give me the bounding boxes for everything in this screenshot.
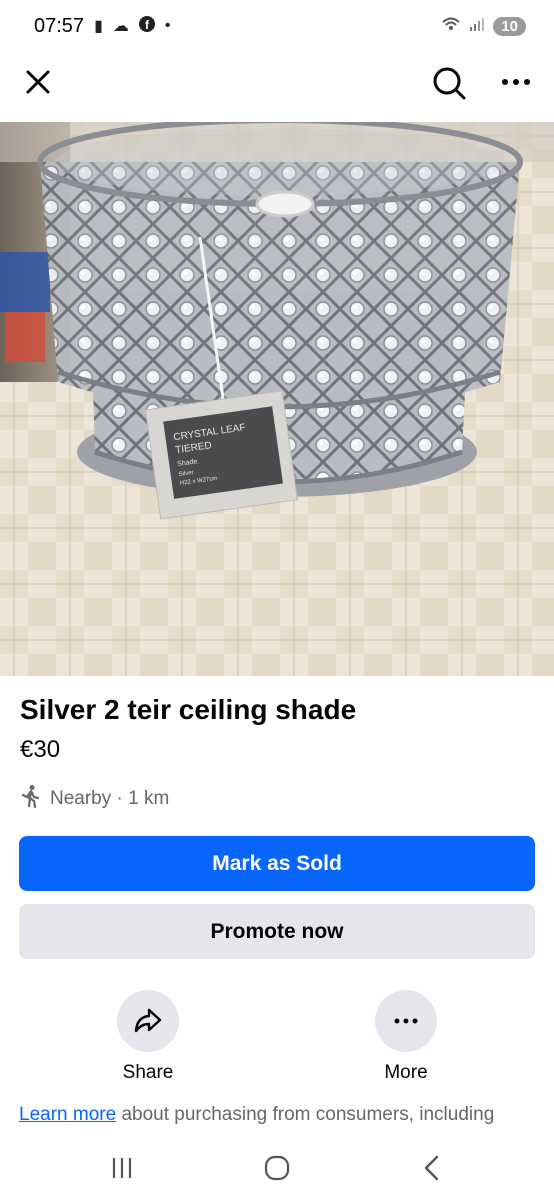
learn-more-link[interactable]: Learn more [19,1104,116,1125]
listing-distance: Nearby · 1 km [20,784,169,814]
legal-text: about purchasing from consumers, includi… [116,1104,495,1125]
status-bar: 07:57 ▮ ☁ f • 10 [0,0,554,52]
search-icon[interactable] [428,62,470,104]
top-bar [0,52,554,122]
home-icon[interactable] [257,1148,297,1188]
walking-icon [20,784,42,814]
share-icon[interactable] [117,990,179,1052]
status-right: 10 [441,16,526,37]
more-label: More [384,1062,428,1083]
battery-saver-icon: ▮ [94,18,103,35]
listing-price: €30 [20,736,61,763]
recents-icon[interactable] [102,1148,142,1188]
legal-notice: Learn more about purchasing from consume… [19,1104,549,1132]
close-icon[interactable] [18,62,58,102]
product-image[interactable]: CRYSTAL LEAF TIERED Shade Silver H22 x W… [0,122,554,676]
more-action[interactable]: More [356,990,456,1084]
more-horizontal-icon[interactable] [375,990,437,1052]
promote-now-button[interactable]: Promote now [19,904,535,959]
share-label: Share [122,1062,174,1083]
listing-title: Silver 2 teir ceiling shade [20,694,357,725]
share-action[interactable]: Share [98,990,198,1084]
cloud-icon: ☁ [112,18,129,35]
clock: 07:57 [34,14,85,37]
system-nav-bar [0,1132,554,1200]
back-icon[interactable] [412,1148,452,1188]
more-icon[interactable] [496,62,536,102]
mark-as-sold-button[interactable]: Mark as Sold [19,836,535,891]
status-left: 07:57 ▮ ☁ f • [34,15,170,38]
dot-icon: • [164,17,171,34]
signal-icon [469,16,485,37]
distance-text: Nearby · 1 km [50,788,170,809]
facebook-icon: f [138,15,155,37]
wifi-icon [441,16,461,37]
battery-indicator: 10 [493,16,526,36]
